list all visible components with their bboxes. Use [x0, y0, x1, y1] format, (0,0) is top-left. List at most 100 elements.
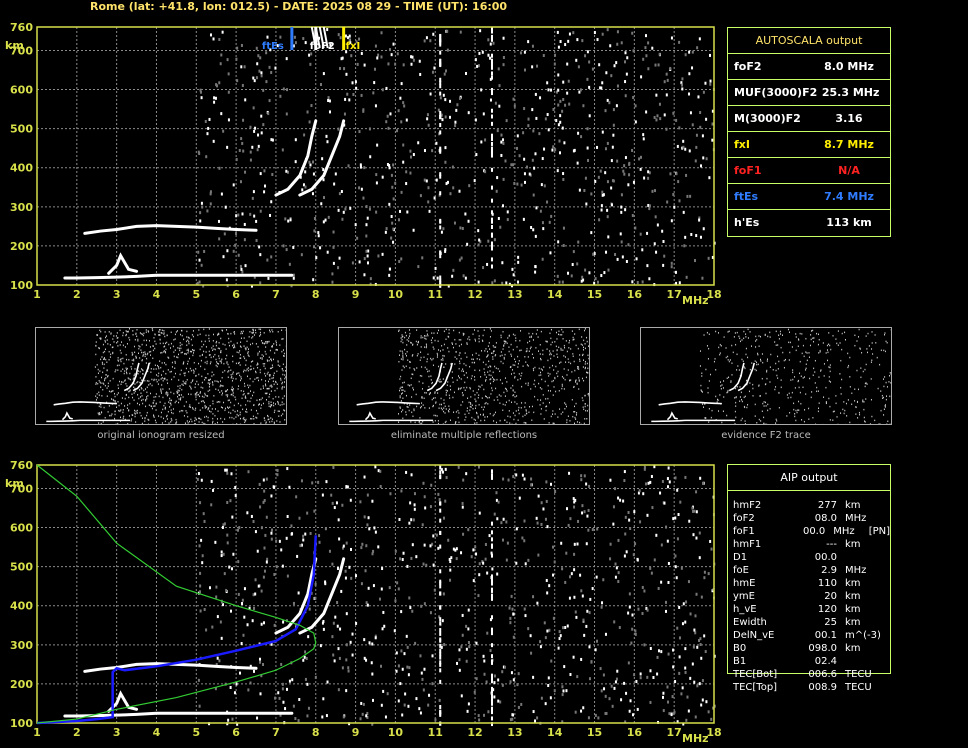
noise-speck [672, 712, 675, 716]
noise-speck [776, 420, 778, 422]
noise-speck [680, 566, 683, 570]
x-tick-label: 10 [388, 726, 404, 739]
noise-speck [490, 660, 493, 665]
noise-speck [120, 409, 122, 411]
echo-trace [46, 419, 131, 423]
noise-speck [440, 397, 442, 400]
noise-speck [435, 402, 437, 404]
noise-speck [621, 255, 624, 259]
noise-speck [587, 528, 590, 532]
noise-speck [444, 499, 447, 503]
autoscala-value: N/A [838, 164, 860, 177]
noise-speck [378, 597, 381, 601]
noise-speck [410, 62, 413, 66]
noise-speck [232, 394, 234, 397]
noise-speck [439, 33, 442, 38]
noise-speck [338, 656, 341, 660]
noise-speck [119, 380, 121, 383]
echo-trace [63, 273, 294, 280]
noise-speck [585, 376, 587, 379]
noise-speck [701, 276, 704, 280]
noise-speck [444, 248, 447, 252]
noise-speck [261, 339, 263, 342]
noise-speck [127, 404, 129, 406]
noise-speck [395, 651, 398, 655]
noise-speck [431, 332, 433, 334]
noise-speck [119, 416, 121, 419]
noise-speck [480, 140, 483, 144]
noise-speck [179, 342, 181, 344]
noise-speck [218, 237, 221, 241]
noise-speck [727, 389, 729, 392]
noise-speck [249, 384, 251, 387]
noise-speck [730, 380, 732, 382]
noise-speck [755, 346, 757, 348]
noise-speck [157, 366, 159, 368]
noise-speck [545, 398, 547, 400]
noise-speck [145, 405, 147, 408]
noise-speck [174, 401, 176, 404]
noise-speck [552, 422, 554, 424]
noise-speck [506, 342, 508, 345]
noise-speck [242, 330, 244, 333]
noise-speck [453, 391, 455, 394]
noise-speck [474, 379, 476, 381]
noise-speck [547, 389, 549, 392]
noise-speck [586, 336, 588, 339]
noise-speck [163, 417, 165, 420]
noise-speck [541, 388, 543, 390]
noise-speck [691, 662, 694, 666]
noise-speck [284, 374, 286, 376]
noise-speck [265, 422, 267, 424]
noise-speck [745, 347, 747, 350]
noise-speck [443, 402, 445, 404]
noise-speck [471, 375, 473, 377]
noise-speck [253, 79, 256, 83]
noise-speck [527, 341, 529, 344]
noise-speck [811, 391, 813, 393]
noise-speck [262, 355, 264, 357]
noise-speck [587, 404, 589, 407]
noise-speck [418, 707, 421, 711]
noise-speck [358, 130, 361, 134]
aip-row: B1 02.4 [728, 655, 890, 668]
noise-speck [250, 368, 252, 370]
noise-speck [690, 233, 693, 237]
noise-speck [142, 351, 144, 354]
noise-speck [235, 682, 238, 686]
noise-speck [599, 169, 602, 173]
noise-speck [272, 377, 274, 379]
noise-speck [485, 401, 487, 404]
noise-speck [279, 35, 282, 39]
noise-speck [408, 384, 410, 387]
noise-speck [439, 403, 441, 406]
noise-speck [740, 391, 742, 394]
noise-speck [694, 159, 697, 163]
noise-speck [433, 196, 436, 200]
noise-speck [601, 81, 604, 85]
noise-speck [406, 564, 409, 568]
echo-trace [274, 119, 318, 197]
noise-speck [539, 209, 542, 213]
noise-speck [442, 359, 444, 361]
noise-speck [394, 62, 397, 66]
noise-speck [283, 381, 285, 383]
noise-speck [454, 338, 456, 341]
noise-speck [126, 343, 128, 345]
noise-speck [508, 399, 510, 402]
noise-speck [462, 532, 465, 536]
noise-speck [501, 538, 504, 542]
noise-speck [481, 397, 483, 399]
noise-speck [528, 332, 530, 335]
noise-speck [397, 587, 400, 591]
noise-speck [739, 337, 741, 340]
noise-speck [681, 686, 684, 690]
noise-speck [216, 418, 218, 420]
noise-speck [426, 333, 428, 335]
noise-speck [117, 422, 119, 424]
noise-speck [333, 182, 336, 186]
noise-speck [578, 188, 581, 192]
thumb-original [35, 327, 287, 425]
noise-speck [508, 410, 510, 412]
noise-speck [158, 334, 160, 336]
